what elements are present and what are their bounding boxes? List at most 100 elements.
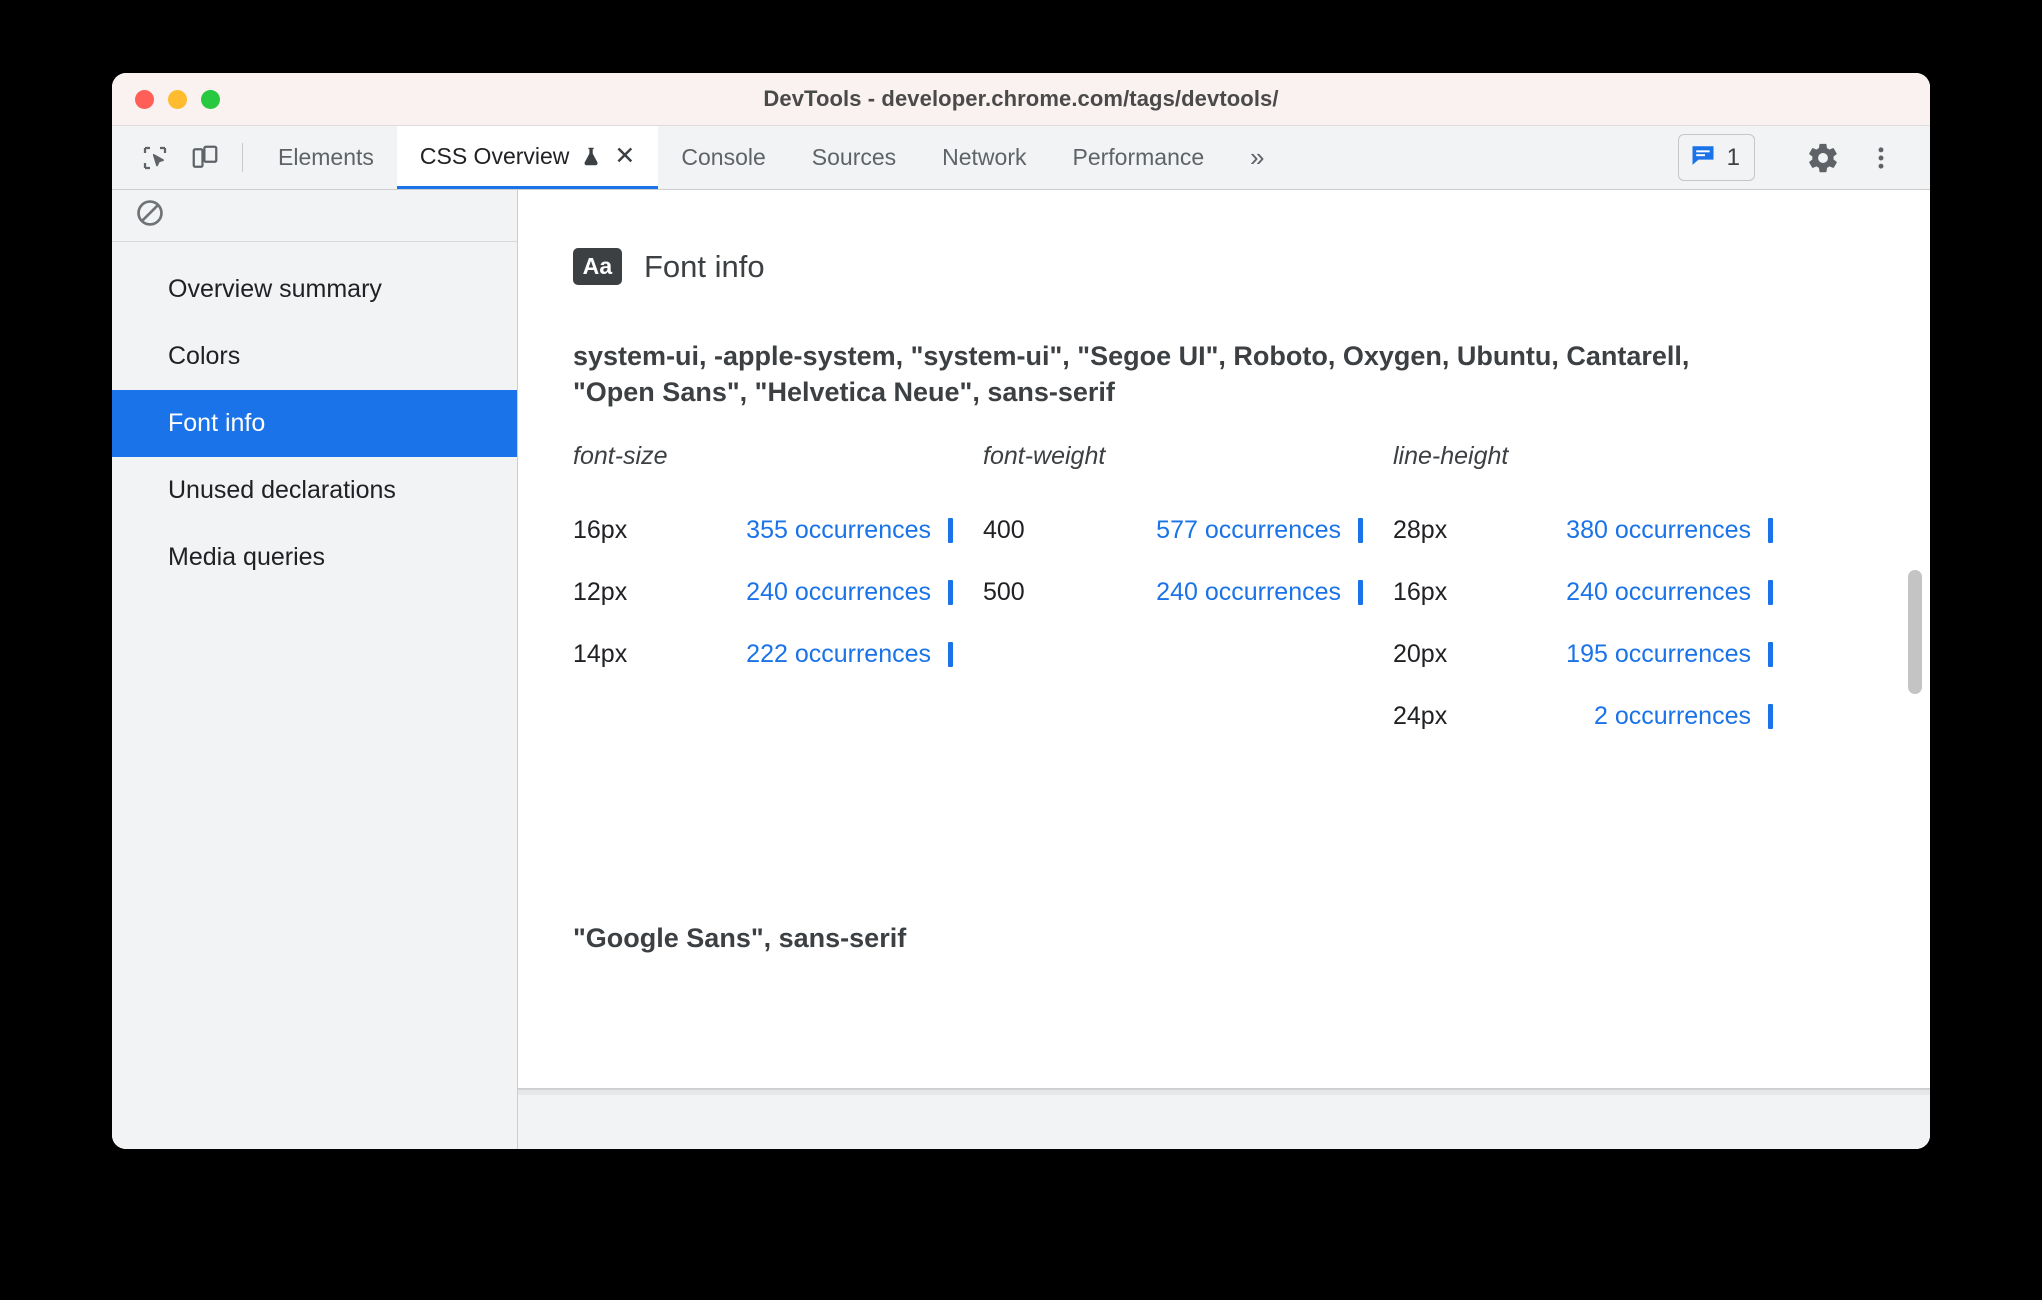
font-info-content: Aa Font info system-ui, -apple-system, "…: [518, 190, 1930, 954]
sidebar-item-label: Colors: [168, 342, 241, 370]
sidebar-item-label: Media queries: [168, 543, 326, 571]
sidebar-item-colors[interactable]: Colors: [112, 323, 517, 390]
flask-icon: [581, 144, 602, 169]
font-info-icon: Aa: [573, 248, 622, 285]
vertical-scrollbar[interactable]: [1908, 190, 1922, 1088]
font-metrics-table: font-size 16px 355 occurrences 12px 240 …: [573, 442, 1930, 747]
maximize-window-button[interactable]: [201, 89, 220, 109]
metric-bar: [948, 641, 953, 667]
scrollbar-thumb[interactable]: [1908, 570, 1922, 694]
metric-key: 28px: [1393, 515, 1448, 544]
devtools-window: DevTools - developer.chrome.com/tags/dev…: [112, 73, 1930, 1149]
page-title: Font info: [644, 248, 765, 284]
tab-label: Sources: [811, 144, 897, 170]
sidebar-item-overview-summary[interactable]: Overview summary: [112, 256, 517, 323]
minimize-window-button[interactable]: [168, 89, 187, 109]
metric-occurrences-link[interactable]: 577 occurrences: [1101, 516, 1358, 545]
metric-key: 500: [983, 577, 1025, 606]
devtools-body: Overview summary Colors Font info Unused…: [112, 190, 1930, 1149]
tab-label: Console: [681, 144, 766, 170]
metric-occurrences-link[interactable]: 355 occurrences: [691, 516, 948, 545]
sidebar-toolbar: [112, 190, 517, 242]
close-window-button[interactable]: [135, 89, 154, 109]
more-tabs-icon[interactable]: »: [1227, 126, 1287, 189]
tab-console[interactable]: Console: [658, 126, 788, 189]
table-row[interactable]: 28px 380 occurrences: [1393, 499, 1803, 561]
table-row[interactable]: 24px 2 occurrences: [1393, 685, 1803, 747]
inspect-element-icon[interactable]: [130, 126, 180, 189]
metric-column-header: line-height: [1393, 442, 1509, 471]
metric-bar-empty: [1358, 642, 1363, 667]
sidebar-item-label: Overview summary: [168, 275, 382, 303]
metric-occurrences-link[interactable]: 240 occurrences: [691, 578, 948, 607]
clear-overview-icon[interactable]: [134, 197, 166, 234]
issues-count: 1: [1726, 143, 1740, 171]
gear-icon[interactable]: [1794, 141, 1852, 175]
tab-css-overview[interactable]: CSS Overview ✕: [396, 126, 659, 189]
table-row[interactable]: 500 240 occurrences: [983, 561, 1393, 623]
issues-message-icon: [1689, 141, 1717, 174]
metric-occurrences-link[interactable]: 222 occurrences: [691, 640, 948, 669]
metric-occurrences-link[interactable]: 240 occurrences: [1511, 578, 1768, 607]
metric-key: 14px: [573, 639, 628, 668]
sidebar-item-label: Unused declarations: [168, 476, 396, 504]
metric-bar: [1768, 641, 1773, 667]
sidebar-item-unused-declarations[interactable]: Unused declarations: [112, 457, 517, 524]
table-row[interactable]: 14px 222 occurrences: [573, 623, 983, 685]
issues-button[interactable]: 1: [1677, 134, 1755, 181]
tab-label: Network: [942, 144, 1027, 170]
table-row[interactable]: 16px 355 occurrences: [573, 499, 983, 561]
metric-key: 16px: [573, 515, 628, 544]
tab-sources[interactable]: Sources: [789, 126, 919, 189]
sidebar-item-font-info[interactable]: Font info: [112, 390, 517, 457]
metric-key: 12px: [573, 577, 628, 606]
metric-key: 16px: [1393, 577, 1448, 606]
table-row[interactable]: 400 577 occurrences: [983, 499, 1393, 561]
window-titlebar: DevTools - developer.chrome.com/tags/dev…: [112, 73, 1930, 126]
tab-label: CSS Overview: [419, 142, 570, 169]
css-overview-main-panel: Aa Font info system-ui, -apple-system, "…: [518, 190, 1930, 1149]
metric-key: 20px: [1393, 639, 1448, 668]
metric-bar-empty: [1358, 704, 1363, 729]
sidebar-item-list: Overview summary Colors Font info Unused…: [112, 242, 517, 591]
css-overview-sidebar: Overview summary Colors Font info Unused…: [112, 190, 518, 1149]
sidebar-item-label: Font info: [168, 409, 266, 437]
tab-label: Elements: [278, 144, 374, 170]
metric-bar: [948, 579, 953, 605]
tab-elements[interactable]: Elements: [255, 126, 397, 189]
tabbar-divider: [242, 143, 243, 172]
tab-label: Performance: [1072, 144, 1205, 170]
metric-occurrences-link[interactable]: 2 occurrences: [1511, 702, 1768, 731]
metric-bar-empty: [948, 704, 953, 729]
table-row[interactable]: 12px 240 occurrences: [573, 561, 983, 623]
panel-footer-drawer: [518, 1088, 1930, 1149]
metric-key: 400: [983, 515, 1025, 544]
metric-occurrences-link[interactable]: 380 occurrences: [1511, 516, 1768, 545]
font-info-scroll-area[interactable]: Aa Font info system-ui, -apple-system, "…: [518, 190, 1930, 1088]
window-title: DevTools - developer.chrome.com/tags/dev…: [763, 86, 1279, 111]
device-toolbar-icon[interactable]: [180, 126, 230, 189]
three-dot-menu-icon[interactable]: [1852, 144, 1910, 172]
sidebar-item-media-queries[interactable]: Media queries: [112, 524, 517, 591]
table-row[interactable]: 20px 195 occurrences: [1393, 623, 1803, 685]
metric-column-header: font-weight: [983, 442, 1106, 471]
close-icon[interactable]: ✕: [614, 143, 635, 169]
metric-column-header: font-size: [573, 442, 668, 471]
metric-bar: [1768, 703, 1773, 729]
metric-bar: [948, 517, 953, 543]
tab-network[interactable]: Network: [919, 126, 1049, 189]
tabbar-right-controls: 1: [1648, 126, 1930, 189]
metric-column-font-size: font-size 16px 355 occurrences 12px 240 …: [573, 442, 983, 747]
metric-bar: [1768, 579, 1773, 605]
metric-occurrences-link[interactable]: 240 occurrences: [1101, 578, 1358, 607]
devtools-tabbar: Elements CSS Overview ✕ Console Sources …: [112, 126, 1930, 190]
footer-strip: [518, 1089, 1930, 1095]
metric-bar: [1358, 579, 1363, 605]
metric-occurrences-link[interactable]: 195 occurrences: [1511, 640, 1768, 669]
font-info-section-header: Aa Font info: [573, 248, 1930, 285]
table-row[interactable]: 16px 240 occurrences: [1393, 561, 1803, 623]
metric-bar: [1358, 517, 1363, 543]
metric-key: 24px: [1393, 701, 1448, 730]
tab-performance[interactable]: Performance: [1050, 126, 1228, 189]
table-row-spacer: [983, 685, 1393, 747]
